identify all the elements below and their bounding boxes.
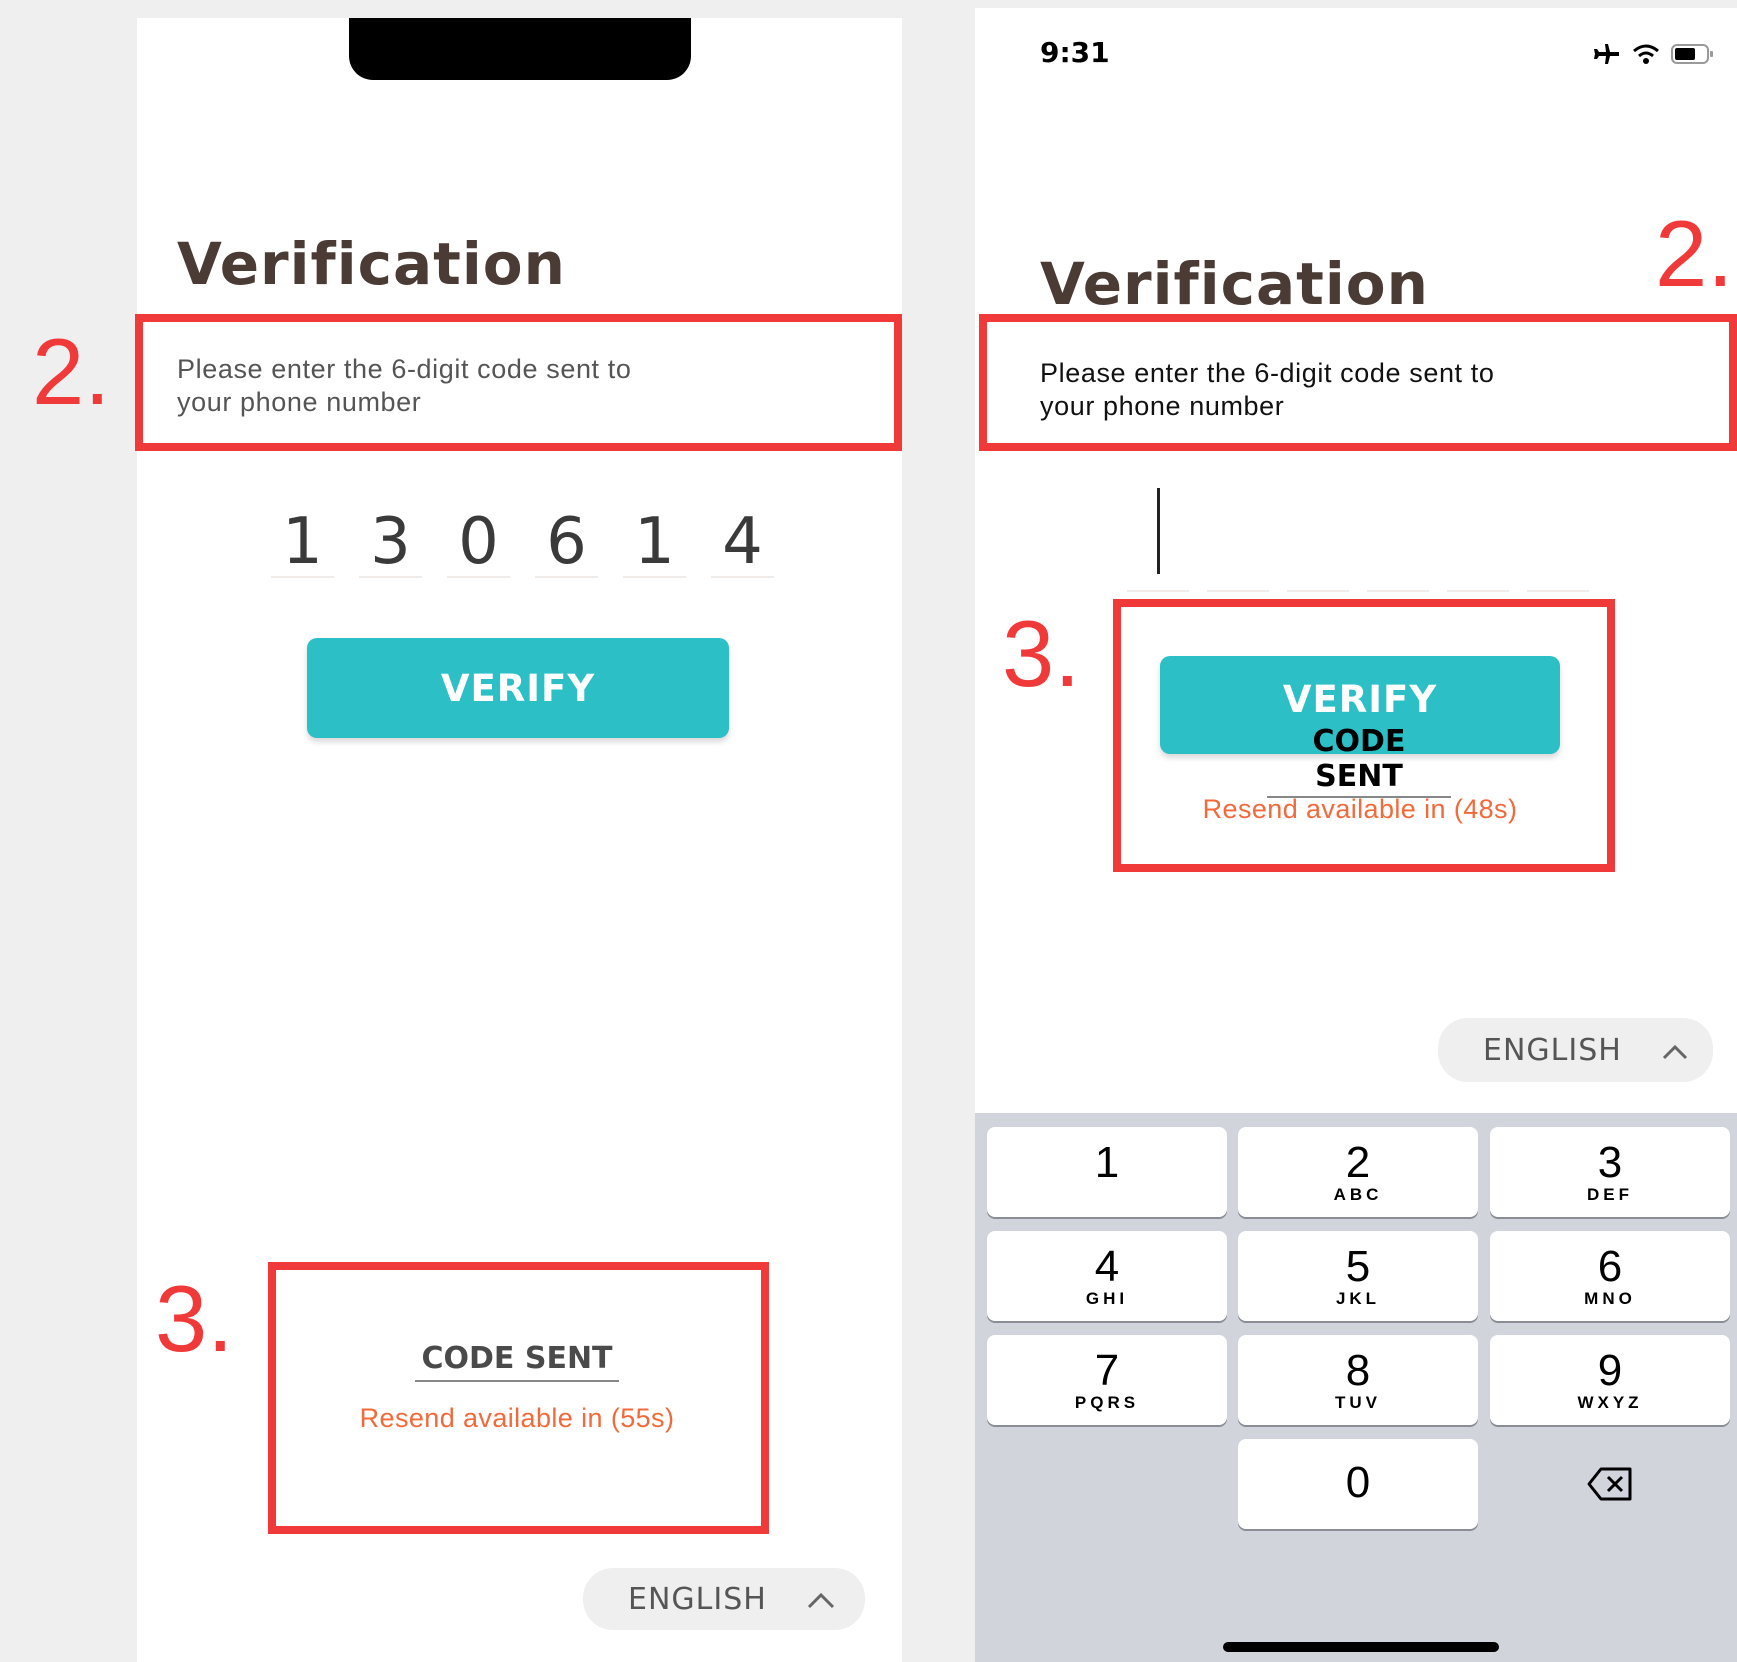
- page-title: Verification: [177, 230, 566, 298]
- language-label: ENGLISH: [628, 1581, 767, 1617]
- numeric-keypad: 1 2 ABC 3 DEF 4 GHI 5 JKL 6 MNO 7 PQRS 8 TUV 9W…: [975, 1113, 1737, 1662]
- key-5[interactable]: 5 JKL: [1238, 1231, 1478, 1321]
- annotation-box-code-sent-left: [268, 1262, 769, 1534]
- code-digit-5[interactable]: 1: [623, 508, 686, 578]
- language-label: ENGLISH: [1483, 1032, 1622, 1068]
- key-6[interactable]: 6 MNO: [1490, 1231, 1730, 1321]
- status-time: 9:31: [1040, 36, 1110, 69]
- battery-icon: [1671, 42, 1715, 71]
- annotation-label-2-right: 2.: [1655, 201, 1734, 306]
- code-input[interactable]: 1 3 0 6 1 4: [271, 508, 774, 578]
- key-2[interactable]: 2 ABC: [1238, 1127, 1478, 1217]
- key-1[interactable]: 1: [987, 1127, 1227, 1217]
- annotation-label-3-left: 3.: [155, 1266, 234, 1371]
- code-digit-1[interactable]: 1: [271, 508, 334, 578]
- key-9[interactable]: 9 WXYZ: [1490, 1335, 1730, 1425]
- code-digit-2[interactable]: 3: [359, 508, 422, 578]
- code-slot-5[interactable]: [1447, 590, 1509, 592]
- wifi-icon: [1631, 42, 1661, 71]
- text-cursor: [1157, 488, 1160, 574]
- code-digit-4[interactable]: 6: [535, 508, 598, 578]
- delete-key[interactable]: [1490, 1439, 1730, 1529]
- annotation-box-instruction-right: [979, 314, 1737, 451]
- code-slot-3[interactable]: [1287, 590, 1349, 592]
- annotation-box-instruction-left: [135, 314, 902, 451]
- phone-notch: [349, 18, 691, 80]
- code-digit-6[interactable]: 4: [711, 508, 774, 578]
- key-8[interactable]: 8 TUV: [1238, 1335, 1478, 1425]
- backspace-icon: [1587, 1467, 1633, 1506]
- code-slot-4[interactable]: [1367, 590, 1429, 592]
- annotation-label-3-right: 3.: [1002, 601, 1081, 706]
- key-4[interactable]: 4 GHI: [987, 1231, 1227, 1321]
- language-selector[interactable]: ENGLISH: [583, 1568, 865, 1630]
- verify-button[interactable]: VERIFY: [307, 638, 729, 738]
- page-title: Verification: [1040, 250, 1429, 318]
- chevron-up-icon: [807, 1582, 835, 1617]
- chevron-up-icon: [1662, 1033, 1688, 1068]
- language-selector[interactable]: ENGLISH: [1438, 1018, 1713, 1082]
- code-slot-1[interactable]: [1127, 590, 1189, 592]
- code-slot-6[interactable]: [1527, 590, 1589, 592]
- status-icons: [1591, 42, 1715, 71]
- key-7[interactable]: 7 PQRS: [987, 1335, 1227, 1425]
- code-slot-2[interactable]: [1207, 590, 1269, 592]
- annotation-box-code-sent-right: [1113, 599, 1615, 872]
- key-0[interactable]: 0: [1238, 1439, 1478, 1529]
- key-3[interactable]: 3 DEF: [1490, 1127, 1730, 1217]
- home-indicator: [1223, 1642, 1499, 1652]
- annotation-label-2-left: 2.: [32, 319, 111, 424]
- airplane-icon: [1591, 42, 1621, 71]
- code-digit-3[interactable]: 0: [447, 508, 510, 578]
